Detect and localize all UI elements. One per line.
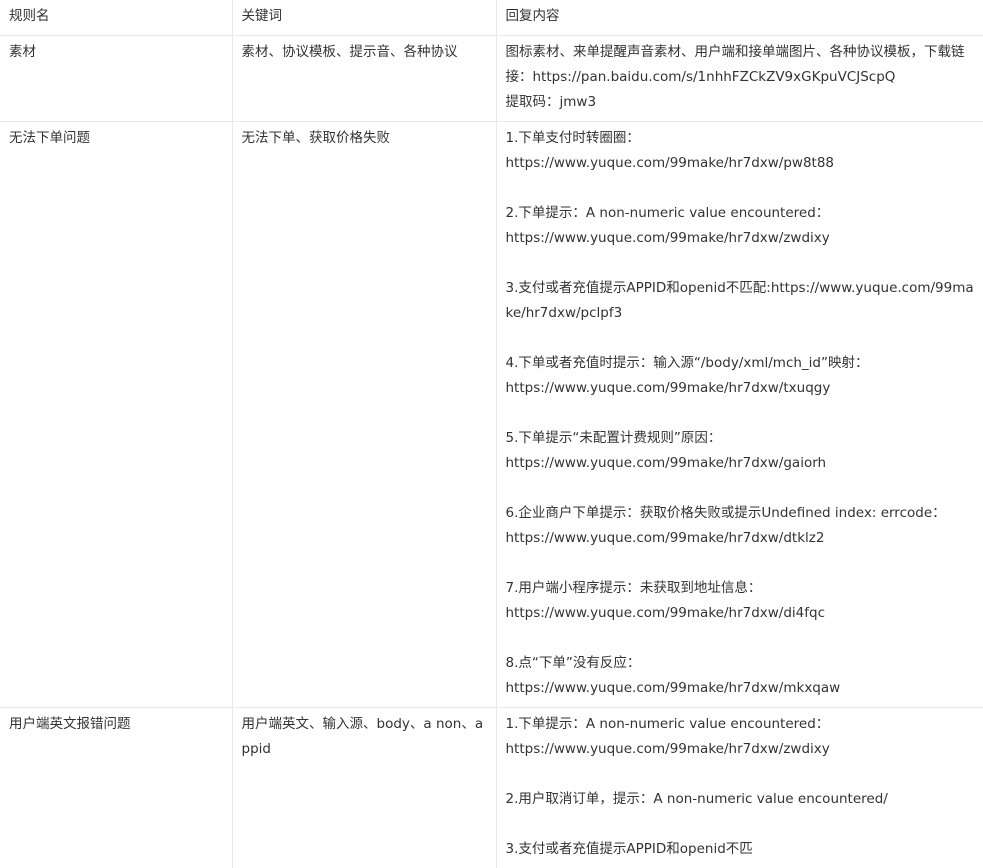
reply-link[interactable]: https://www.yuque.com/99make/hr7dxw/gaio…	[506, 451, 976, 476]
paragraph-gap	[506, 476, 976, 501]
keywords-cell: 无法下单、获取价格失败	[232, 122, 496, 708]
table-header-row: 规则名 关键词 回复内容	[0, 0, 983, 36]
header-reply-content: 回复内容	[496, 0, 983, 36]
reply-line: 6.企业商户下单提示：获取价格失败或提示Undefined index: err…	[506, 501, 976, 526]
table-row: 无法下单问题 无法下单、获取价格失败 1.下单支付时转圈圈： https://w…	[0, 122, 983, 708]
header-rule-name: 规则名	[0, 0, 232, 36]
reply-link[interactable]: https://www.yuque.com/99make/hr7dxw/txuq…	[506, 376, 976, 401]
reply-link[interactable]: https://www.yuque.com/99make/hr7dxw/di4f…	[506, 601, 976, 626]
table-row: 素材 素材、协议模板、提示音、各种协议 图标素材、来单提醒声音素材、用户端和接单…	[0, 36, 983, 122]
paragraph-gap	[506, 176, 976, 201]
reply-line: 1.下单提示：A non-numeric value encountered：	[506, 712, 976, 737]
reply-line: 4.下单或者充值时提示：输入源“/body/xml/mch_id”映射：	[506, 351, 976, 376]
keywords-cell: 用户端英文、输入源、body、a non、appid	[232, 708, 496, 868]
rule-name-cell: 用户端英文报错问题	[0, 708, 232, 868]
header-keywords: 关键词	[232, 0, 496, 36]
reply-link[interactable]: https://www.yuque.com/99make/hr7dxw/dtkl…	[506, 526, 976, 551]
paragraph-gap	[506, 251, 976, 276]
table-row: 用户端英文报错问题 用户端英文、输入源、body、a non、appid 1.下…	[0, 708, 983, 868]
rule-name-cell: 素材	[0, 36, 232, 122]
paragraph-gap	[506, 551, 976, 576]
reply-cell: 图标素材、来单提醒声音素材、用户端和接单端图片、各种协议模板，下载链接：http…	[496, 36, 983, 122]
keywords-cell: 素材、协议模板、提示音、各种协议	[232, 36, 496, 122]
rule-name-cell: 无法下单问题	[0, 122, 232, 708]
reply-link[interactable]: https://www.yuque.com/99make/hr7dxw/mkxq…	[506, 676, 976, 701]
reply-line: 图标素材、来单提醒声音素材、用户端和接单端图片、各种协议模板，下载链接：http…	[506, 40, 976, 90]
reply-line: 2.下单提示：A non-numeric value encountered：	[506, 201, 976, 226]
paragraph-gap	[506, 812, 976, 837]
reply-link[interactable]: https://www.yuque.com/99make/hr7dxw/zwdi…	[506, 226, 976, 251]
reply-link[interactable]: https://www.yuque.com/99make/hr7dxw/pw8t…	[506, 151, 976, 176]
reply-cell: 1.下单支付时转圈圈： https://www.yuque.com/99make…	[496, 122, 983, 708]
paragraph-gap	[506, 326, 976, 351]
reply-line: 3.支付或者充值提示APPID和openid不匹	[506, 837, 976, 862]
reply-cell: 1.下单提示：A non-numeric value encountered： …	[496, 708, 983, 868]
reply-line: 7.用户端小程序提示：未获取到地址信息：	[506, 576, 976, 601]
paragraph-gap	[506, 401, 976, 426]
reply-line: 1.下单支付时转圈圈：	[506, 126, 976, 151]
reply-line: 5.下单提示“未配置计费规则”原因：	[506, 426, 976, 451]
reply-line: 提取码：jmw3	[506, 90, 976, 115]
reply-line: 8.点“下单”没有反应：	[506, 651, 976, 676]
reply-link[interactable]: https://www.yuque.com/99make/hr7dxw/zwdi…	[506, 737, 976, 762]
rules-table: 规则名 关键词 回复内容 素材 素材、协议模板、提示音、各种协议 图标素材、来单…	[0, 0, 983, 868]
reply-line: 3.支付或者充值提示APPID和openid不匹配:https://www.yu…	[506, 276, 976, 326]
paragraph-gap	[506, 626, 976, 651]
reply-line: 2.用户取消订单，提示：A non-numeric value encounte…	[506, 787, 976, 812]
paragraph-gap	[506, 762, 976, 787]
